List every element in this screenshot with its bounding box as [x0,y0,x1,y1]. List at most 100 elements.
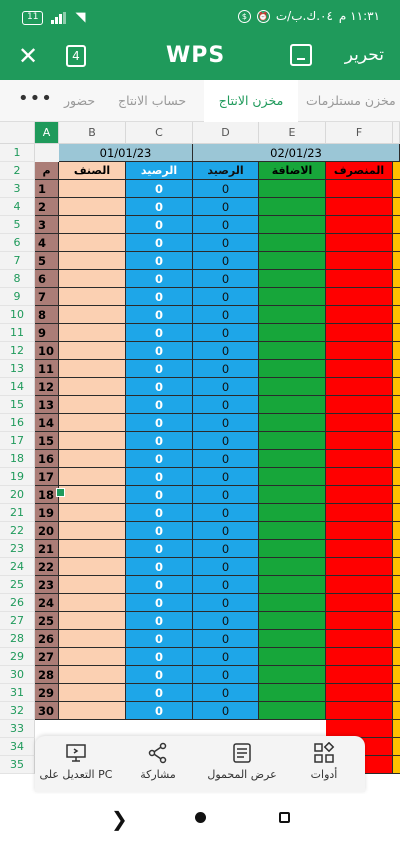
item-name-cell[interactable] [59,450,126,468]
selection-handle[interactable] [56,488,65,497]
addition-cell[interactable] [259,702,326,720]
column-header-c[interactable]: C [126,122,193,144]
next-col-cell[interactable] [393,684,400,702]
item-name-cell[interactable] [59,396,126,414]
item-index-cell[interactable]: 22 [35,558,59,576]
edit-button[interactable]: تحرير [345,45,384,65]
opening-balance-cell[interactable]: 0 [193,306,259,324]
close-icon[interactable]: ✕ [14,42,42,70]
next-col-cell[interactable] [393,702,400,720]
row-header[interactable]: 14 [0,378,35,396]
spent-cell[interactable] [326,504,393,522]
opening-balance-cell[interactable]: 0 [193,612,259,630]
row-header[interactable]: 33 [0,720,35,738]
row-header[interactable]: 3 [0,180,35,198]
next-col-cell[interactable] [393,216,400,234]
addition-cell[interactable] [259,378,326,396]
addition-cell[interactable] [259,630,326,648]
opening-balance-cell[interactable]: 0 [193,288,259,306]
column-header-d[interactable]: D [193,122,259,144]
opening-balance-cell[interactable]: 0 [193,414,259,432]
row-header[interactable]: 6 [0,234,35,252]
item-index-cell[interactable]: 19 [35,504,59,522]
addition-cell[interactable] [259,558,326,576]
next-col-cell[interactable] [393,720,400,738]
addition-cell[interactable] [259,252,326,270]
opening-balance-cell[interactable]: 0 [193,180,259,198]
spent-cell[interactable] [326,684,393,702]
item-index-cell[interactable]: 11 [35,360,59,378]
row-header[interactable]: 13 [0,360,35,378]
balance-cell[interactable]: 0 [126,558,193,576]
opening-balance-cell[interactable]: 0 [193,360,259,378]
item-name-cell[interactable] [59,504,126,522]
spreadsheet-grid[interactable]: A B C D E F 1 2 3 4 5 6 7 8 9 10 11 12 13 14 15 16 17 18 1… [0,122,400,794]
item-name-cell[interactable] [59,432,126,450]
balance-cell[interactable]: 0 [126,180,193,198]
date-cell[interactable]: 02/01/23 [193,144,400,162]
item-index-cell[interactable]: 4 [35,234,59,252]
addition-cell[interactable] [259,576,326,594]
spent-cell[interactable] [326,666,393,684]
opening-balance-cell[interactable]: 0 [193,432,259,450]
spent-cell[interactable] [326,486,393,504]
row-header[interactable]: 25 [0,576,35,594]
row-header[interactable]: 23 [0,540,35,558]
item-index-cell[interactable]: 8 [35,306,59,324]
item-index-cell[interactable]: 21 [35,540,59,558]
addition-cell[interactable] [259,612,326,630]
row-header[interactable]: 10 [0,306,35,324]
item-index-cell[interactable]: 27 [35,648,59,666]
spent-cell[interactable] [326,378,393,396]
back-icon[interactable]: ❯ [111,807,128,831]
opening-balance-cell[interactable]: 0 [193,270,259,288]
opening-balance-cell[interactable]: 0 [193,576,259,594]
opening-balance-cell[interactable]: 0 [193,540,259,558]
item-index-cell[interactable]: 17 [35,468,59,486]
row-header[interactable]: 21 [0,504,35,522]
spent-cell[interactable] [326,216,393,234]
balance-cell[interactable]: 0 [126,432,193,450]
opening-balance-cell[interactable]: 0 [193,504,259,522]
spent-cell[interactable] [326,450,393,468]
next-col-cell[interactable] [393,180,400,198]
item-name-cell[interactable] [59,612,126,630]
opening-balance-cell[interactable]: 0 [193,396,259,414]
spent-cell[interactable] [326,702,393,720]
spent-cell[interactable] [326,324,393,342]
next-col-cell[interactable] [393,504,400,522]
row-header[interactable]: 27 [0,612,35,630]
opening-balance-cell[interactable]: 0 [193,684,259,702]
item-name-cell[interactable] [59,270,126,288]
opening-balance-cell[interactable]: 0 [193,342,259,360]
next-col-cell[interactable] [393,288,400,306]
item-name-cell[interactable] [59,594,126,612]
balance-cell[interactable]: 0 [126,468,193,486]
spent-cell[interactable] [326,306,393,324]
home-icon[interactable] [195,812,206,823]
tools-button[interactable]: أدوات [283,742,365,781]
spent-cell[interactable] [326,414,393,432]
spent-cell[interactable] [326,630,393,648]
addition-cell[interactable] [259,450,326,468]
next-col-cell[interactable] [393,666,400,684]
balance-cell[interactable]: 0 [126,288,193,306]
row-header[interactable]: 31 [0,684,35,702]
balance-cell[interactable]: 0 [126,648,193,666]
addition-cell[interactable] [259,648,326,666]
item-name-cell[interactable] [59,252,126,270]
select-all-corner[interactable] [0,122,35,144]
column-header-g[interactable] [393,122,400,144]
item-index-cell[interactable]: 25 [35,612,59,630]
header-balance[interactable]: الرصيد [126,162,193,180]
balance-cell[interactable]: 0 [126,504,193,522]
opening-balance-cell[interactable]: 0 [193,198,259,216]
balance-cell[interactable]: 0 [126,396,193,414]
save-icon[interactable] [290,44,312,66]
item-name-cell[interactable] [59,468,126,486]
next-col-cell[interactable] [393,486,400,504]
next-col-cell[interactable] [393,630,400,648]
addition-cell[interactable] [259,594,326,612]
header-balance2[interactable]: الرصيد [193,162,259,180]
item-name-cell[interactable] [59,522,126,540]
